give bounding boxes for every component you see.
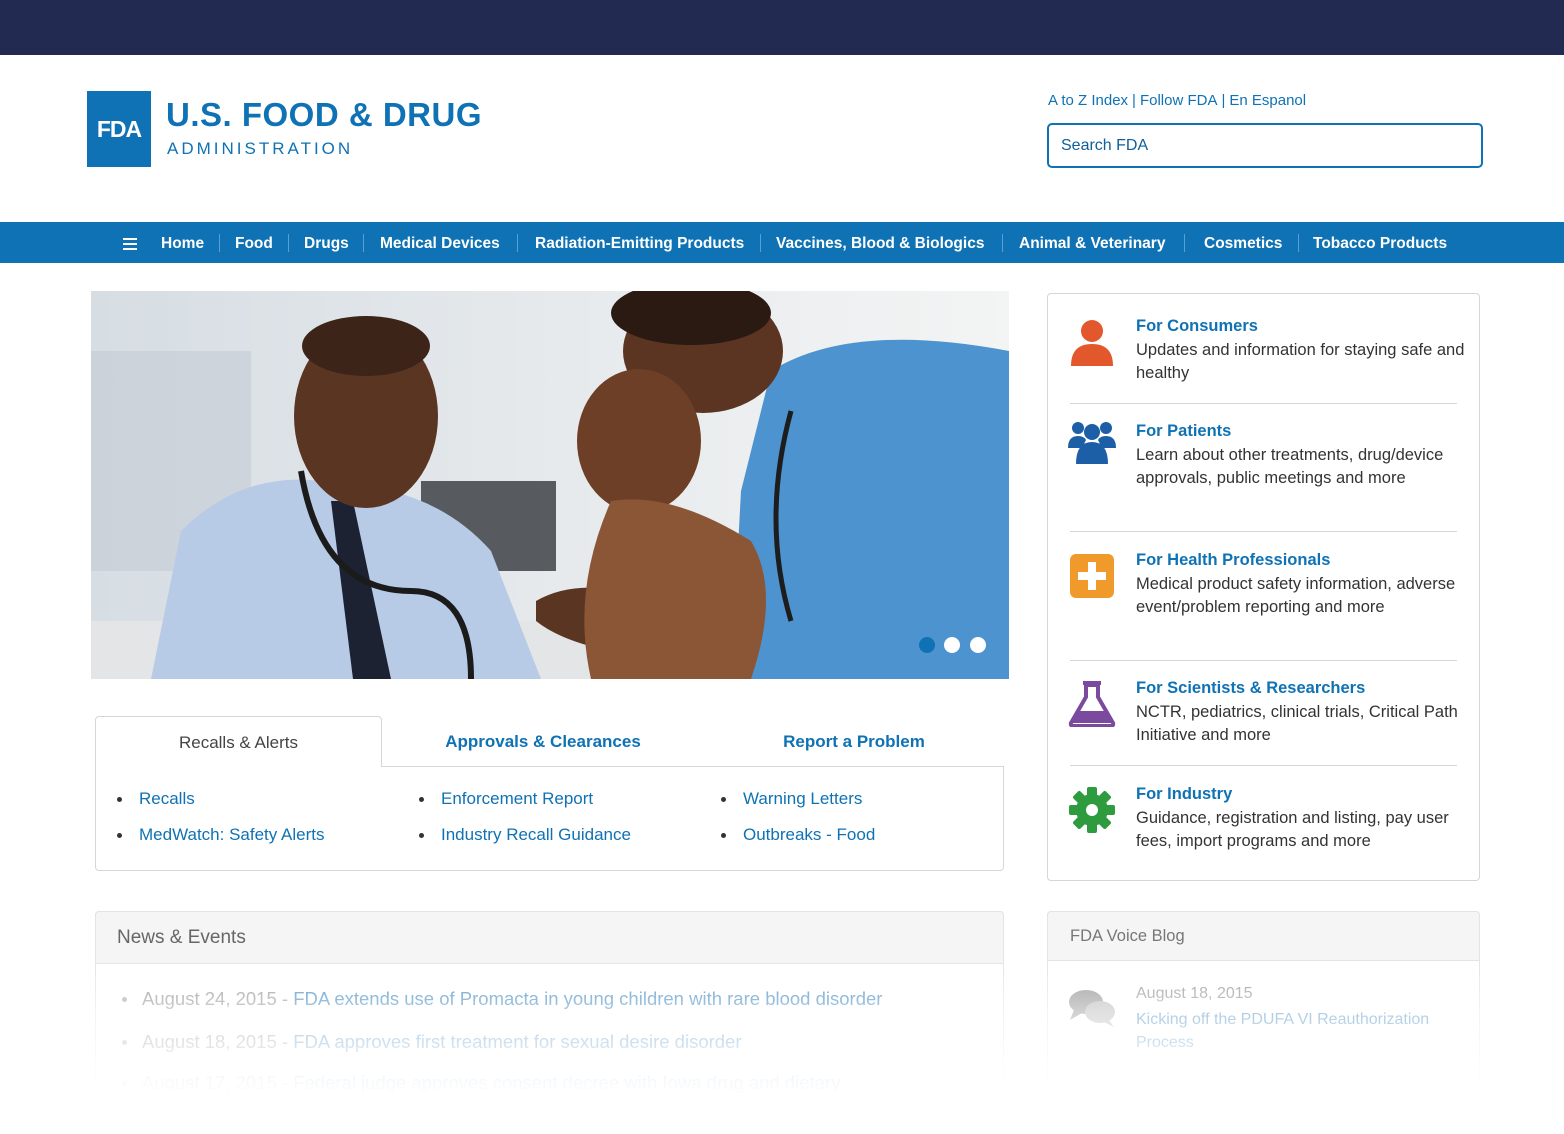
divider — [1070, 660, 1457, 661]
for-health-professionals-desc: Medical product safety information, adve… — [1136, 575, 1456, 616]
news-item[interactable]: August 17, 2015 - Federal judge approves… — [142, 1072, 840, 1094]
nav-separator — [517, 234, 518, 252]
news-date: August 18, 2015 — [142, 1031, 277, 1052]
main-nav: Home Food Drugs Medical Devices Radiatio… — [0, 222, 1564, 263]
nav-tobacco-products[interactable]: Tobacco Products — [1313, 222, 1447, 263]
blog-date: August 18, 2015 — [1136, 985, 1253, 1002]
logo-subtitle: ADMINISTRATION — [167, 139, 354, 158]
utility-links: A to Z Index | Follow FDA | En Espanol — [1048, 92, 1306, 109]
for-health-professionals-link[interactable]: For Health Professionals — [1136, 551, 1330, 570]
news-link[interactable]: FDA extends use of Promacta in young chi… — [293, 988, 882, 1009]
medwatch-safety-alerts-link[interactable]: MedWatch: Safety Alerts — [139, 825, 325, 845]
nav-separator — [1002, 234, 1003, 252]
carousel-dot-2[interactable] — [944, 637, 960, 653]
news-link[interactable]: Federal judge approves consent decree wi… — [293, 1072, 840, 1093]
top-banner — [0, 0, 1564, 55]
nav-separator — [363, 234, 364, 252]
for-industry-link[interactable]: For Industry — [1136, 785, 1232, 804]
for-scientists-researchers-desc: NCTR, pediatrics, clinical trials, Criti… — [1136, 703, 1458, 744]
for-scientists-researchers-link[interactable]: For Scientists & Researchers — [1136, 679, 1365, 698]
carousel-dot-1[interactable] — [919, 637, 935, 653]
news-events-title: News & Events — [117, 927, 246, 948]
enforcement-report-link[interactable]: Enforcement Report — [441, 789, 593, 809]
plus-icon — [1070, 554, 1114, 598]
nav-vaccines-blood-biologics[interactable]: Vaccines, Blood & Biologics — [776, 222, 984, 263]
news-dash: - — [276, 988, 294, 1009]
bullet — [122, 1040, 127, 1045]
fda-voice-blog-title: FDA Voice Blog — [1070, 927, 1185, 945]
news-item[interactable]: August 24, 2015 - FDA extends use of Pro… — [142, 988, 882, 1010]
news-item[interactable]: August 18, 2015 - FDA approves first tre… — [142, 1031, 742, 1053]
nav-food[interactable]: Food — [235, 222, 273, 263]
nav-separator — [760, 234, 761, 252]
nav-radiation-emitting-products[interactable]: Radiation-Emitting Products — [535, 222, 744, 263]
for-industry-desc: Guidance, registration and listing, pay … — [1136, 809, 1449, 850]
bullet — [117, 833, 122, 838]
carousel-dot-3[interactable] — [970, 637, 986, 653]
nav-medical-devices[interactable]: Medical Devices — [380, 222, 500, 263]
search-input[interactable] — [1047, 123, 1483, 168]
bullet — [419, 833, 424, 838]
blog-post-link[interactable]: Kicking off the PDUFA VI Reauthorization… — [1136, 1008, 1466, 1054]
outbreaks-food-link[interactable]: Outbreaks - Food — [743, 825, 875, 845]
nav-cosmetics[interactable]: Cosmetics — [1204, 222, 1282, 263]
hero-carousel-image — [91, 291, 1009, 679]
a-to-z-index-link[interactable]: A to Z Index — [1048, 92, 1128, 109]
news-link[interactable]: FDA approves first treatment for sexual … — [293, 1031, 741, 1052]
bullet — [419, 797, 424, 802]
nav-home[interactable]: Home — [161, 222, 204, 263]
hero-photo — [91, 291, 1009, 679]
hamburger-menu-icon[interactable] — [123, 238, 137, 250]
separator: | — [1221, 92, 1226, 109]
flask-icon — [1068, 681, 1116, 727]
recalls-link[interactable]: Recalls — [139, 789, 195, 809]
for-consumers-link[interactable]: For Consumers — [1136, 317, 1258, 336]
bullet — [117, 797, 122, 802]
news-date: August 17, 2015 — [142, 1072, 277, 1093]
divider — [1070, 403, 1457, 404]
bullet — [122, 1081, 127, 1086]
fda-logo-mark[interactable]: FDA — [87, 91, 151, 167]
nav-animal-veterinary[interactable]: Animal & Veterinary — [1019, 222, 1165, 263]
warning-letters-link[interactable]: Warning Letters — [743, 789, 862, 809]
gear-icon — [1069, 787, 1115, 833]
tab-report-a-problem[interactable]: Report a Problem — [706, 716, 1002, 767]
en-espanol-link[interactable]: En Espanol — [1229, 92, 1306, 109]
industry-recall-guidance-link[interactable]: Industry Recall Guidance — [441, 825, 631, 845]
nav-separator — [1298, 234, 1299, 252]
group-icon — [1068, 422, 1116, 464]
news-dash: - — [276, 1072, 294, 1093]
person-icon — [1071, 320, 1113, 366]
for-consumers-desc: Updates and information for staying safe… — [1136, 341, 1465, 382]
bullet — [122, 997, 127, 1002]
news-dash: - — [276, 1031, 294, 1052]
divider — [1070, 531, 1457, 532]
news-date: August 24, 2015 — [142, 988, 277, 1009]
speech-bubbles-icon — [1069, 990, 1115, 1027]
nav-separator — [219, 234, 220, 252]
for-patients-link[interactable]: For Patients — [1136, 422, 1231, 441]
nav-separator — [288, 234, 289, 252]
tab-recalls-alerts[interactable]: Recalls & Alerts — [95, 716, 382, 767]
nav-drugs[interactable]: Drugs — [304, 222, 349, 263]
bullet — [721, 797, 726, 802]
tab-approvals-clearances[interactable]: Approvals & Clearances — [390, 716, 696, 767]
separator: | — [1132, 92, 1136, 109]
follow-fda-link[interactable]: Follow FDA — [1140, 92, 1218, 109]
tabs-panel — [95, 766, 1004, 871]
nav-separator — [1184, 234, 1185, 252]
divider — [1070, 765, 1457, 766]
logo-title[interactable]: U.S. FOOD & DRUG — [166, 96, 482, 134]
bullet — [721, 833, 726, 838]
for-patients-desc: Learn about other treatments, drug/devic… — [1136, 446, 1444, 487]
